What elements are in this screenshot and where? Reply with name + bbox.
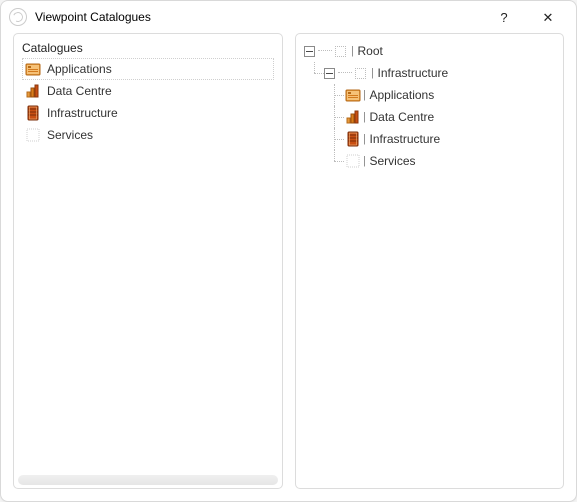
close-button[interactable]: ✕ [526,2,570,32]
tree-label: Applications [368,88,435,102]
applications-icon [345,87,361,103]
catalogue-item-applications[interactable]: Applications [22,58,274,80]
catalogue-label: Applications [47,62,112,76]
catalogues-header: Catalogues [22,41,274,55]
dialog-window: Viewpoint Catalogues ? ✕ Catalogues Appl… [0,0,577,502]
tree-label: Infrastructure [376,66,449,80]
tree-label: Data Centre [368,110,435,124]
node-placeholder-icon [355,68,366,79]
catalogues-list: Applications Data Centre Infrastructure … [22,58,274,146]
tree-node-services[interactable]: | Services [304,150,556,172]
data-centre-icon [345,109,361,125]
tree-node-infrastructure[interactable]: | Infrastructure [304,62,556,84]
blank-icon [25,127,41,143]
catalogues-pane: Catalogues Applications Data Centre Infr… [13,33,283,489]
content-area: Catalogues Applications Data Centre Infr… [1,33,576,501]
tree-pane: | Root | Infrastructure | [295,33,565,489]
data-centre-icon [25,83,41,99]
tree-node-applications[interactable]: | Applications [304,84,556,106]
tree-connector [318,50,332,52]
tree-label: Services [368,154,416,168]
tree-node-root[interactable]: | Root [304,40,556,62]
catalogue-label: Infrastructure [47,106,118,120]
catalogue-item-data-centre[interactable]: Data Centre [22,80,274,102]
blank-icon [345,153,361,169]
tree-label: Root [356,44,383,58]
catalogue-item-services[interactable]: Services [22,124,274,146]
tree-connector [338,72,352,74]
title-bar: Viewpoint Catalogues ? ✕ [1,1,576,33]
catalogue-label: Services [47,128,93,142]
close-icon: ✕ [543,11,554,24]
catalogue-item-infrastructure[interactable]: Infrastructure [22,102,274,124]
collapse-icon[interactable] [304,46,315,57]
tree-node-data-centre[interactable]: | Data Centre [304,106,556,128]
infrastructure-icon [345,131,361,147]
help-button[interactable]: ? [482,2,526,32]
window-title: Viewpoint Catalogues [35,10,151,24]
catalogue-label: Data Centre [47,84,112,98]
node-placeholder-icon [335,46,346,57]
infrastructure-icon [25,105,41,121]
collapse-icon[interactable] [324,68,335,79]
applications-icon [25,61,41,77]
tree-label: Infrastructure [368,132,441,146]
help-icon: ? [500,11,507,24]
tree-node-infrastructure-leaf[interactable]: | Infrastructure [304,128,556,150]
tree-view: | Root | Infrastructure | [296,34,564,488]
app-icon [9,8,27,26]
horizontal-scrollbar[interactable] [18,475,278,485]
